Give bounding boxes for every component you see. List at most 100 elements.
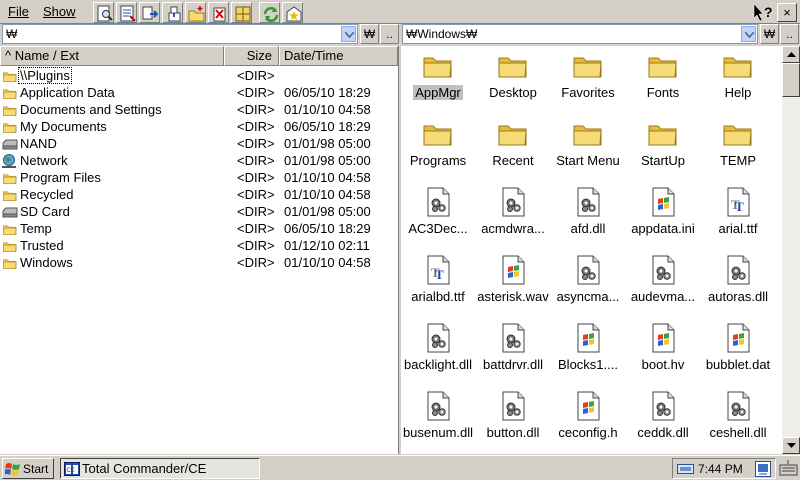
file-tile[interactable]: busenum.dll	[401, 388, 476, 454]
file-tile[interactable]: AC3Dec...	[401, 184, 476, 252]
right-path-dropdown-button[interactable]	[741, 26, 756, 42]
delete-button[interactable]	[208, 2, 229, 23]
file-row[interactable]: SD Card <DIR> 01/01/98 05:00	[0, 204, 398, 221]
tile-label: Blocks1....	[558, 357, 618, 372]
scroll-thumb[interactable]	[782, 63, 800, 97]
file-row[interactable]: Windows <DIR> 01/10/10 04:58	[0, 255, 398, 272]
folder-tile[interactable]: Programs	[401, 116, 476, 184]
refresh-button[interactable]	[259, 2, 280, 23]
file-row[interactable]: Temp <DIR> 06/05/10 18:29	[0, 221, 398, 238]
file-tile[interactable]: ceddk.dll	[625, 388, 701, 454]
folder-tile[interactable]: Desktop	[475, 48, 551, 116]
right-path-combo[interactable]: ₩Windows₩	[402, 24, 758, 44]
file-tile[interactable]: autoras.dll	[700, 252, 776, 320]
properties-button[interactable]	[231, 2, 252, 23]
folder-icon	[3, 174, 17, 184]
file-row[interactable]: My Documents <DIR> 06/05/10 18:29	[0, 119, 398, 136]
right-panel-scrollbar[interactable]	[782, 46, 800, 454]
left-path-dropdown-button[interactable]	[341, 26, 356, 42]
desktop-icon[interactable]	[755, 461, 771, 477]
find-button[interactable]	[93, 2, 114, 23]
column-header-name[interactable]: ^ Name / Ext	[0, 46, 224, 66]
file-tile[interactable]: button.dll	[475, 388, 551, 454]
new-folder-button[interactable]	[185, 2, 206, 23]
file-tile[interactable]: battdrvr.dll	[475, 320, 551, 388]
folder-tile[interactable]: Start Menu	[550, 116, 626, 184]
menu-file[interactable]: File	[8, 4, 29, 19]
right-up-button[interactable]: ..	[780, 24, 799, 44]
file-tile[interactable]: Blocks1....	[550, 320, 626, 388]
file-row[interactable]: Program Files <DIR> 01/10/10 04:58	[0, 170, 398, 187]
move-button[interactable]	[162, 2, 183, 23]
menu-toolbar: File Show ? ×	[0, 0, 800, 24]
help-button[interactable]: ?	[752, 2, 774, 23]
start-button[interactable]: Start	[2, 458, 54, 479]
file-row[interactable]: Documents and Settings <DIR> 01/10/10 04…	[0, 102, 398, 119]
keyboard-icon[interactable]	[779, 459, 798, 477]
file-row[interactable]: Trusted <DIR> 01/12/10 02:11	[0, 238, 398, 255]
file-tile[interactable]: T T arial.ttf	[700, 184, 776, 252]
file-tile[interactable]: bubblet.dat	[700, 320, 776, 388]
copy-button[interactable]	[139, 2, 160, 23]
folder-tile[interactable]: AppMgr	[401, 48, 476, 116]
gear-file-icon	[577, 255, 600, 285]
tile-icon	[572, 254, 604, 286]
task-total-commander[interactable]: CE Total Commander/CE	[60, 458, 260, 479]
folder-tile[interactable]: StartUp	[625, 116, 701, 184]
folder-tile[interactable]: Help	[700, 48, 776, 116]
file-size: <DIR>	[237, 221, 275, 236]
scroll-up-button[interactable]	[782, 46, 800, 63]
folder-tile[interactable]: Recent	[475, 116, 551, 184]
tile-label: Help	[724, 85, 752, 100]
file-tile[interactable]: ceconfig.h	[550, 388, 626, 454]
file-tile[interactable]: backlight.dll	[401, 320, 476, 388]
gear-file-icon	[427, 323, 450, 353]
column-header-size[interactable]: Size	[224, 46, 279, 66]
left-root-button[interactable]: ₩	[360, 24, 379, 44]
menu-show[interactable]: Show	[43, 4, 76, 19]
file-tile[interactable]: boot.hv	[625, 320, 701, 388]
file-size: <DIR>	[237, 102, 275, 117]
file-date: 01/10/10 04:58	[284, 170, 371, 185]
left-path-combo[interactable]: ₩	[2, 24, 358, 44]
network-icon[interactable]	[677, 462, 695, 475]
file-tile[interactable]: afd.dll	[550, 184, 626, 252]
folder-tile[interactable]: Favorites	[550, 48, 626, 116]
file-row[interactable]: Network <DIR> 01/01/98 05:00	[0, 153, 398, 170]
tile-icon	[647, 322, 679, 354]
gear-file-icon	[427, 391, 450, 421]
file-row[interactable]: Recycled <DIR> 01/10/10 04:58	[0, 187, 398, 204]
tile-label: battdrvr.dll	[483, 357, 543, 372]
file-name: Trusted	[20, 238, 64, 253]
file-tile[interactable]: T T arialbd.ttf	[401, 252, 476, 320]
file-row[interactable]: \\Plugins <DIR>	[0, 67, 398, 85]
file-tile[interactable]: acmdwra...	[475, 184, 551, 252]
file-tile[interactable]: asyncma...	[550, 252, 626, 320]
left-file-panel[interactable]: ^ Name / Ext Size Date/Time \\Plugins <D…	[0, 46, 398, 454]
folder-tile[interactable]: TEMP	[700, 116, 776, 184]
scroll-down-button[interactable]	[782, 437, 800, 454]
file-row[interactable]: NAND <DIR> 01/01/98 05:00	[0, 136, 398, 153]
tile-icon	[497, 322, 529, 354]
chevron-down-icon	[745, 32, 754, 38]
tile-icon	[647, 186, 679, 218]
right-file-panel[interactable]: AppMgr Desktop Favorites Fonts Help Prog…	[401, 46, 782, 454]
tile-label: button.dll	[486, 425, 540, 440]
file-row[interactable]: Application Data <DIR> 06/05/10 18:29	[0, 85, 398, 102]
close-button[interactable]: ×	[777, 3, 797, 22]
tile-label: arial.ttf	[718, 221, 758, 236]
file-tile[interactable]: asterisk.wav	[475, 252, 551, 320]
folder-tile[interactable]: Fonts	[625, 48, 701, 116]
left-up-button[interactable]: ..	[380, 24, 399, 44]
tile-label: ceshell.dll	[709, 425, 767, 440]
tile-label: ceddk.dll	[637, 425, 689, 440]
view-button[interactable]	[116, 2, 137, 23]
right-root-button[interactable]: ₩	[760, 24, 779, 44]
clock[interactable]: 7:44 PM	[698, 462, 743, 476]
favorites-button[interactable]	[282, 2, 303, 23]
file-tile[interactable]: ceshell.dll	[700, 388, 776, 454]
file-tile[interactable]: audevma...	[625, 252, 701, 320]
file-tile[interactable]: appdata.ini	[625, 184, 701, 252]
column-header-date[interactable]: Date/Time	[279, 46, 398, 66]
tile-icon	[497, 186, 529, 218]
